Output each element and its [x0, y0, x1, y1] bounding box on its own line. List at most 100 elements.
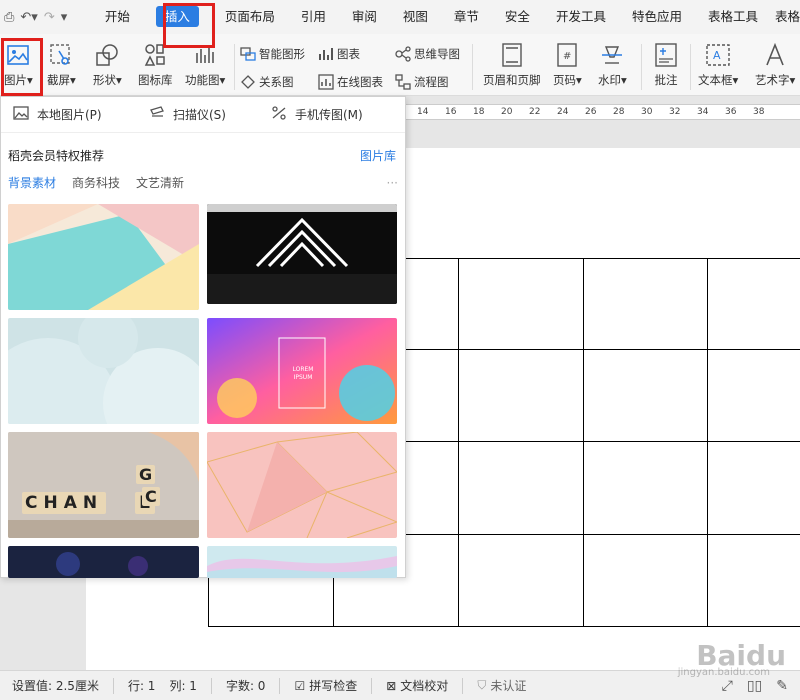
page-number-icon: # — [554, 42, 580, 68]
col-indicator: 列: 1 — [169, 679, 197, 693]
shape-label: 形状 — [93, 73, 116, 87]
comment-button[interactable]: 批注 — [653, 34, 679, 88]
menu-home[interactable]: 开始 — [92, 0, 143, 34]
screenshot-button[interactable]: 截屏▾ — [47, 34, 76, 88]
flowchart-button[interactable]: 流程图 — [395, 74, 449, 90]
thumbnail-pink-polygon[interactable] — [207, 432, 397, 538]
comment-icon — [653, 42, 679, 68]
thumbnail-change-blocks[interactable]: CHAN E G C — [8, 432, 199, 538]
edit-mode-icon[interactable]: ✎ — [776, 678, 788, 694]
ruler-tick: 30 — [641, 107, 653, 117]
relation-button[interactable]: 关系图 — [240, 74, 294, 90]
relation-icon — [240, 74, 256, 90]
ruler-tick: 26 — [585, 107, 597, 117]
table-row-line — [208, 626, 800, 627]
menu-security[interactable]: 安全 — [492, 0, 543, 34]
spell-check-icon: ☑ — [294, 678, 306, 693]
page-number-button[interactable]: # 页码▾ — [553, 34, 582, 88]
redo-icon[interactable]: ↷ — [44, 10, 55, 25]
local-picture-option[interactable]: 本地图片(P) — [1, 106, 137, 123]
online-chart-button[interactable]: 在线图表 — [318, 74, 383, 90]
relation-label: 关系图 — [259, 75, 294, 89]
certification-status[interactable]: ⛉ 未认证 — [477, 677, 526, 694]
menu-table-style[interactable]: 表格 — [771, 0, 800, 34]
proofread-button[interactable]: ⊠ 文档校对 — [386, 677, 448, 694]
ruler-tick: 22 — [529, 107, 541, 117]
recommend-title: 稻壳会员特权推荐 — [8, 149, 105, 163]
comment-label: 批注 — [654, 73, 678, 87]
table-column-line — [458, 258, 459, 627]
menu-bar: ⎙ ↶▾ ↷ ▾ 开始 插入 页面布局 引用 审阅 视图 章节 安全 开发工具 … — [0, 0, 800, 34]
menu-section[interactable]: 章节 — [441, 0, 492, 34]
header-footer-button[interactable]: 页眉和页脚 — [483, 34, 541, 88]
shape-button[interactable]: 形状▾ — [93, 34, 122, 88]
header-footer-icon — [499, 42, 525, 68]
chart-icon — [318, 46, 334, 62]
phone-transfer-icon — [271, 106, 287, 123]
flowchart-label: 流程图 — [414, 75, 449, 89]
ruler-tick: 24 — [557, 107, 569, 117]
smart-shape-label: 智能图形 — [259, 47, 305, 61]
scanner-option[interactable]: 扫描仪(S) — [137, 106, 259, 123]
ruler-tick: 32 — [669, 107, 681, 117]
shape-icon — [94, 42, 120, 68]
menu-features[interactable]: 特色应用 — [619, 0, 695, 34]
shield-icon: ⛉ — [477, 678, 487, 692]
phone-upload-label: 手机传图(M) — [295, 108, 363, 122]
online-chart-label: 在线图表 — [337, 75, 383, 89]
local-picture-label: 本地图片(P) — [37, 108, 102, 122]
menu-references[interactable]: 引用 — [288, 0, 339, 34]
customize-icon[interactable]: ▾ — [61, 10, 68, 25]
menu-layout[interactable]: 页面布局 — [212, 0, 288, 34]
chart-button[interactable]: 图表 — [318, 46, 360, 62]
wordart-label: 艺术字 — [755, 73, 790, 87]
online-chart-icon — [318, 74, 334, 90]
tab-artistic[interactable]: 文艺清新 — [136, 174, 184, 191]
scanner-icon — [149, 106, 165, 123]
recommend-header: 稻壳会员特权推荐 图片库 — [1, 133, 405, 164]
thumbnail-pastel-waves[interactable] — [207, 546, 397, 578]
word-count[interactable]: 字数: 0 — [226, 677, 266, 694]
ruler-tick: 28 — [613, 107, 625, 117]
smart-shape-icon — [240, 46, 256, 62]
spell-check-label: 拼写检查 — [309, 679, 358, 693]
smart-shape-button[interactable]: 智能图形 — [240, 46, 305, 62]
svg-text:#: # — [563, 51, 571, 62]
menu-table-tools[interactable]: 表格工具 — [695, 0, 771, 34]
tab-background[interactable]: 背景素材 — [8, 174, 56, 191]
print-preview-icon[interactable]: ⎙ — [4, 10, 14, 25]
wordart-button[interactable]: 艺术字▾ — [755, 34, 795, 88]
thumbnail-neon-triangle[interactable] — [207, 204, 397, 304]
more-icon[interactable]: ··· — [387, 176, 398, 190]
watermark-icon — [599, 42, 625, 68]
scissors-icon — [48, 42, 74, 68]
svg-text:A: A — [713, 49, 721, 62]
change-text: CHAN — [22, 492, 107, 514]
watermark-label: 水印 — [598, 73, 621, 87]
read-mode-icon[interactable]: ▯▯ — [747, 678, 762, 694]
thumbnail-gradient-lorem[interactable]: LOREM IPSUM — [207, 318, 397, 424]
table-column-line — [583, 258, 584, 627]
header-footer-label: 页眉和页脚 — [483, 73, 541, 87]
baidu-watermark-url: jingyan.baidu.com — [677, 667, 770, 678]
fullscreen-icon[interactable]: ⤢ — [722, 678, 733, 694]
watermark-button[interactable]: 水印▾ — [598, 34, 627, 88]
menu-developer[interactable]: 开发工具 — [543, 0, 619, 34]
tab-business-tech[interactable]: 商务科技 — [72, 174, 120, 191]
mindmap-button[interactable]: 思维导图 — [395, 46, 460, 62]
table-column-line — [707, 258, 708, 627]
menu-view[interactable]: 视图 — [390, 0, 441, 34]
mindmap-label: 思维导图 — [414, 47, 460, 61]
spell-check-button[interactable]: ☑ 拼写检查 — [294, 677, 357, 694]
textbox-label: 文本框 — [698, 73, 733, 87]
menu-review[interactable]: 审阅 — [339, 0, 390, 34]
insert-highlight-box — [163, 3, 215, 48]
thumbnail-pastel-geometric[interactable] — [8, 204, 199, 310]
thumbnail-light-spheres[interactable] — [8, 318, 199, 424]
phone-upload-option[interactable]: 手机传图(M) — [259, 106, 363, 123]
undo-icon[interactable]: ↶▾ — [20, 10, 37, 25]
horizontal-ruler[interactable]: 14 16 18 20 22 24 26 28 30 32 34 36 38 — [405, 104, 800, 120]
textbox-button[interactable]: A 文本框▾ — [698, 34, 738, 88]
thumbnail-dark-particles[interactable] — [8, 546, 199, 578]
picture-library-link[interactable]: 图片库 — [360, 147, 396, 164]
